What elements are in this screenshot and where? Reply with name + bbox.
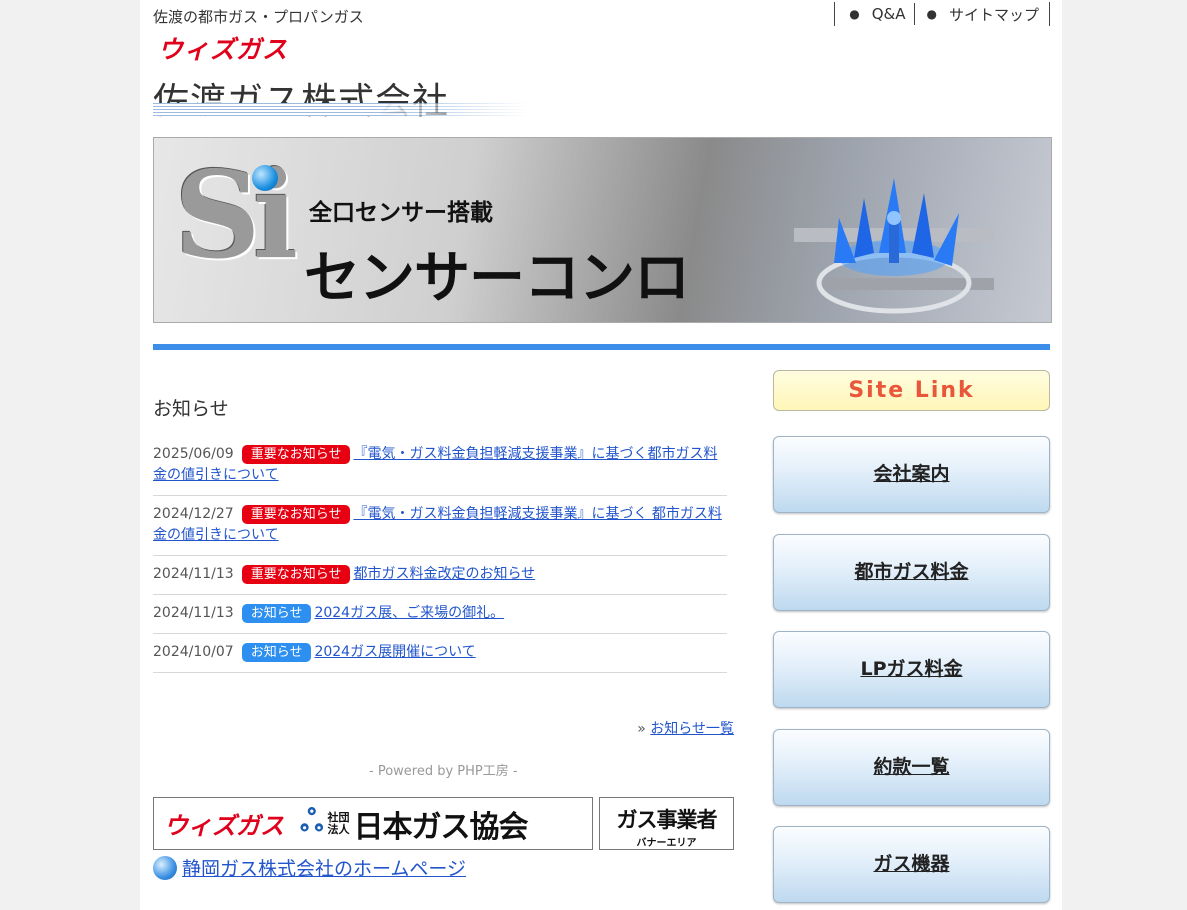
gas-business-banner-subtitle: バナーエリア bbox=[636, 838, 697, 849]
news-link[interactable]: 2024ガス展、ご来場の御礼。 bbox=[314, 605, 504, 621]
nav-divider bbox=[913, 3, 915, 25]
gas-association-name: 日本ガス協会 bbox=[353, 809, 529, 845]
globe-icon bbox=[153, 855, 177, 880]
news-date: 2024/11/13 bbox=[153, 566, 234, 582]
news-date: 2024/10/07 bbox=[153, 644, 234, 660]
news-list: 2025/06/09 重要なお知らせ 『電気・ガス料金負担軽減支援事業』に基づく都市… bbox=[153, 436, 727, 673]
japan-gas-association-banner[interactable]: ウィズガス ஃ 社団法人 日本ガス協会 bbox=[153, 797, 593, 850]
news-item: 2024/11/13 重要なお知らせ 都市ガス料金改定のお知らせ bbox=[153, 556, 727, 595]
si-logo-dot-icon bbox=[252, 165, 278, 191]
news-badge-info: お知らせ bbox=[241, 643, 312, 662]
nav-qa-label: Q&A bbox=[871, 5, 906, 23]
news-item: 2024/12/27 重要なお知らせ 『電気・ガス料金負担軽減支援事業』に基づく 都… bbox=[153, 496, 727, 556]
nav-sitemap-label: サイトマップ bbox=[948, 5, 1039, 24]
wizgas-logo[interactable]: ウィズガス bbox=[158, 30, 288, 66]
sidebar-button-company-info[interactable]: 会社案内 bbox=[773, 436, 1050, 513]
hero-banner-sensor-stove: Si 全口センサー搭載 センサーコンロ bbox=[153, 137, 1052, 323]
news-date: 2024/12/27 bbox=[153, 506, 234, 522]
gas-burner-flame-icon bbox=[794, 178, 994, 314]
news-link[interactable]: 『電気・ガス料金負担軽減支援事業』に基づく 都市ガス料金の値引きについて bbox=[153, 506, 722, 543]
nav-sitemap-link[interactable]: ● サイトマップ bbox=[917, 4, 1046, 25]
news-badge-important: 重要なお知らせ bbox=[241, 445, 351, 464]
news-item: 2024/10/07 お知らせ 2024ガス展開催について bbox=[153, 634, 727, 673]
news-more: » お知らせ一覧 bbox=[637, 718, 734, 738]
wizgas-banner-logo: ウィズガス bbox=[164, 812, 284, 840]
news-link[interactable]: 『電気・ガス料金負担軽減支援事業』に基づく都市ガス料金の値引きについて bbox=[153, 446, 717, 483]
news-badge-important: 重要なお知らせ bbox=[241, 565, 351, 584]
title-underline-decoration bbox=[153, 103, 528, 116]
news-archive-link[interactable]: お知らせ一覧 bbox=[650, 721, 734, 737]
shizuoka-gas-link-row: 静岡ガス株式会社のホームページ bbox=[153, 854, 466, 881]
sidebar-button-terms-list[interactable]: 約款一覧 bbox=[773, 729, 1050, 806]
news-date: 2025/06/09 bbox=[153, 446, 234, 462]
news-badge-important: 重要なお知らせ bbox=[241, 505, 351, 524]
hero-title: センサーコンロ bbox=[304, 246, 690, 311]
sidebar-button-lp-gas-rates[interactable]: LPガス料金 bbox=[773, 631, 1050, 708]
gas-business-banner-title: ガス事業者 bbox=[616, 808, 718, 832]
news-link[interactable]: 2024ガス展開催について bbox=[314, 644, 475, 660]
news-item: 2025/06/09 重要なお知らせ 『電気・ガス料金負担軽減支援事業』に基づく都市… bbox=[153, 436, 727, 496]
nav-qa-link[interactable]: ● Q&A bbox=[839, 5, 911, 23]
section-divider bbox=[153, 344, 1050, 350]
news-date: 2024/11/13 bbox=[153, 605, 234, 621]
hero-subtitle: 全口センサー搭載 bbox=[309, 200, 493, 226]
gas-business-banner[interactable]: ガス事業者 バナーエリア bbox=[599, 797, 734, 850]
news-badge-info: お知らせ bbox=[241, 604, 312, 623]
powered-by-text: - Powered by PHP工房 - bbox=[369, 764, 518, 779]
more-arrow-icon: » bbox=[637, 721, 646, 737]
news-heading: お知らせ bbox=[153, 398, 229, 420]
shizuoka-gas-link[interactable]: 静岡ガス株式会社のホームページ bbox=[182, 854, 466, 881]
gas-association-type: 社団法人 bbox=[327, 810, 350, 836]
top-nav: ● Q&A ● サイトマップ bbox=[834, 2, 1050, 26]
sidebar-button-gas-appliances[interactable]: ガス機器 bbox=[773, 826, 1050, 903]
site-tagline: 佐渡の都市ガス・プロパンガス bbox=[153, 8, 364, 26]
company-title[interactable]: 佐渡ガス株式会社 bbox=[153, 72, 449, 124]
sidebar-button-city-gas-rates[interactable]: 都市ガス料金 bbox=[773, 534, 1050, 611]
bullet-icon: ● bbox=[926, 7, 937, 21]
bullet-icon: ● bbox=[849, 7, 860, 21]
news-link[interactable]: 都市ガス料金改定のお知らせ bbox=[353, 566, 535, 582]
site-link-header: Site Link bbox=[773, 370, 1050, 411]
page: 佐渡の都市ガス・プロパンガス ● Q&A ● サイトマップ ウィズガス 佐渡ガス… bbox=[140, 0, 1062, 910]
gas-association-emblem-icon: ஃ bbox=[300, 804, 324, 839]
news-item: 2024/11/13 お知らせ 2024ガス展、ご来場の御礼。 bbox=[153, 595, 727, 634]
